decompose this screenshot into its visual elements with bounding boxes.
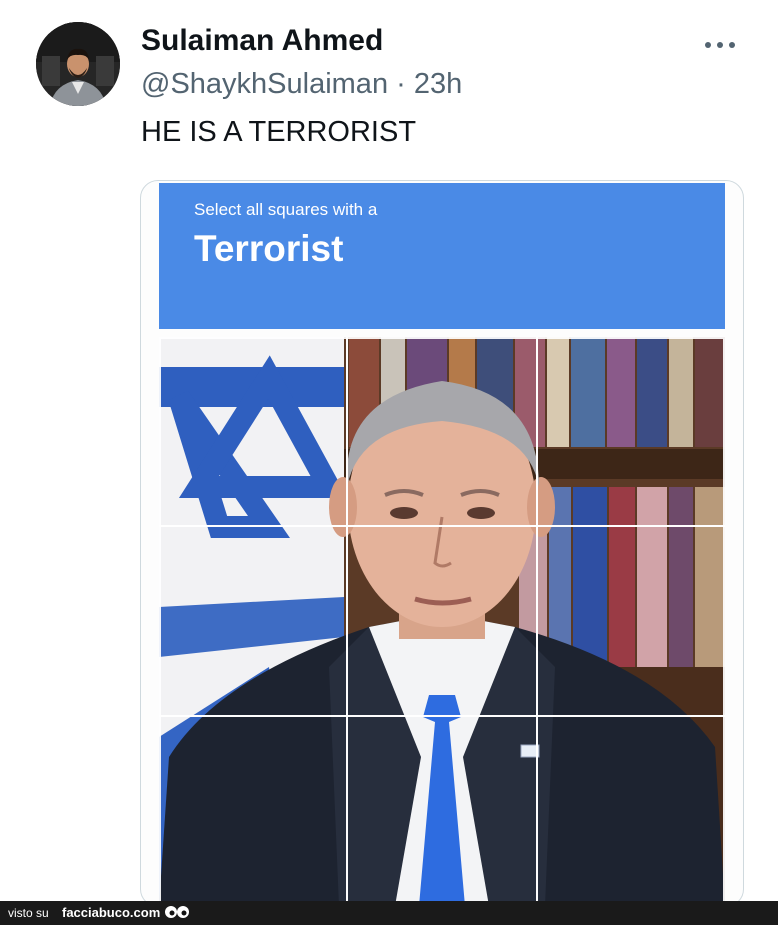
tweet-text: HE IS A TERRORIST	[141, 116, 417, 148]
captcha-tile-8[interactable]	[346, 715, 538, 906]
captcha-tile-4[interactable]	[159, 525, 348, 717]
watermark-visto: visto su	[8, 906, 49, 920]
more-options-button[interactable]	[702, 28, 738, 60]
captcha-tile-5[interactable]	[346, 525, 538, 717]
author-name[interactable]: Sulaiman Ahmed	[141, 24, 383, 58]
captcha-tile-7[interactable]	[159, 715, 348, 906]
post-time[interactable]: 23h	[414, 68, 462, 100]
avatar-image	[36, 22, 120, 106]
author-handle[interactable]: @ShaykhSulaiman	[141, 68, 388, 100]
more-horizontal-icon	[705, 42, 735, 48]
meta-separator: ·	[396, 68, 406, 100]
captcha-tile-3[interactable]	[536, 337, 725, 527]
captcha-target: Terrorist	[194, 228, 344, 269]
author-meta[interactable]: @ShaykhSulaiman · 23h	[141, 68, 462, 101]
eyes-icon	[165, 906, 189, 918]
avatar[interactable]	[36, 22, 120, 106]
captcha-tile-6[interactable]	[536, 525, 725, 717]
tweet-media[interactable]: Select all squares with a Terrorist	[140, 180, 744, 907]
captcha-tile-9[interactable]	[536, 715, 725, 906]
watermark-bar: visto su facciabuco.com	[0, 901, 778, 925]
captcha-instruction: Select all squares with a	[194, 200, 378, 219]
captcha-tile-1[interactable]	[159, 337, 348, 527]
watermark-site: facciabuco.com	[62, 905, 161, 920]
captcha-tile-2[interactable]	[346, 337, 538, 527]
captcha-header: Select all squares with a Terrorist	[159, 183, 725, 329]
captcha-image-grid	[159, 337, 725, 906]
